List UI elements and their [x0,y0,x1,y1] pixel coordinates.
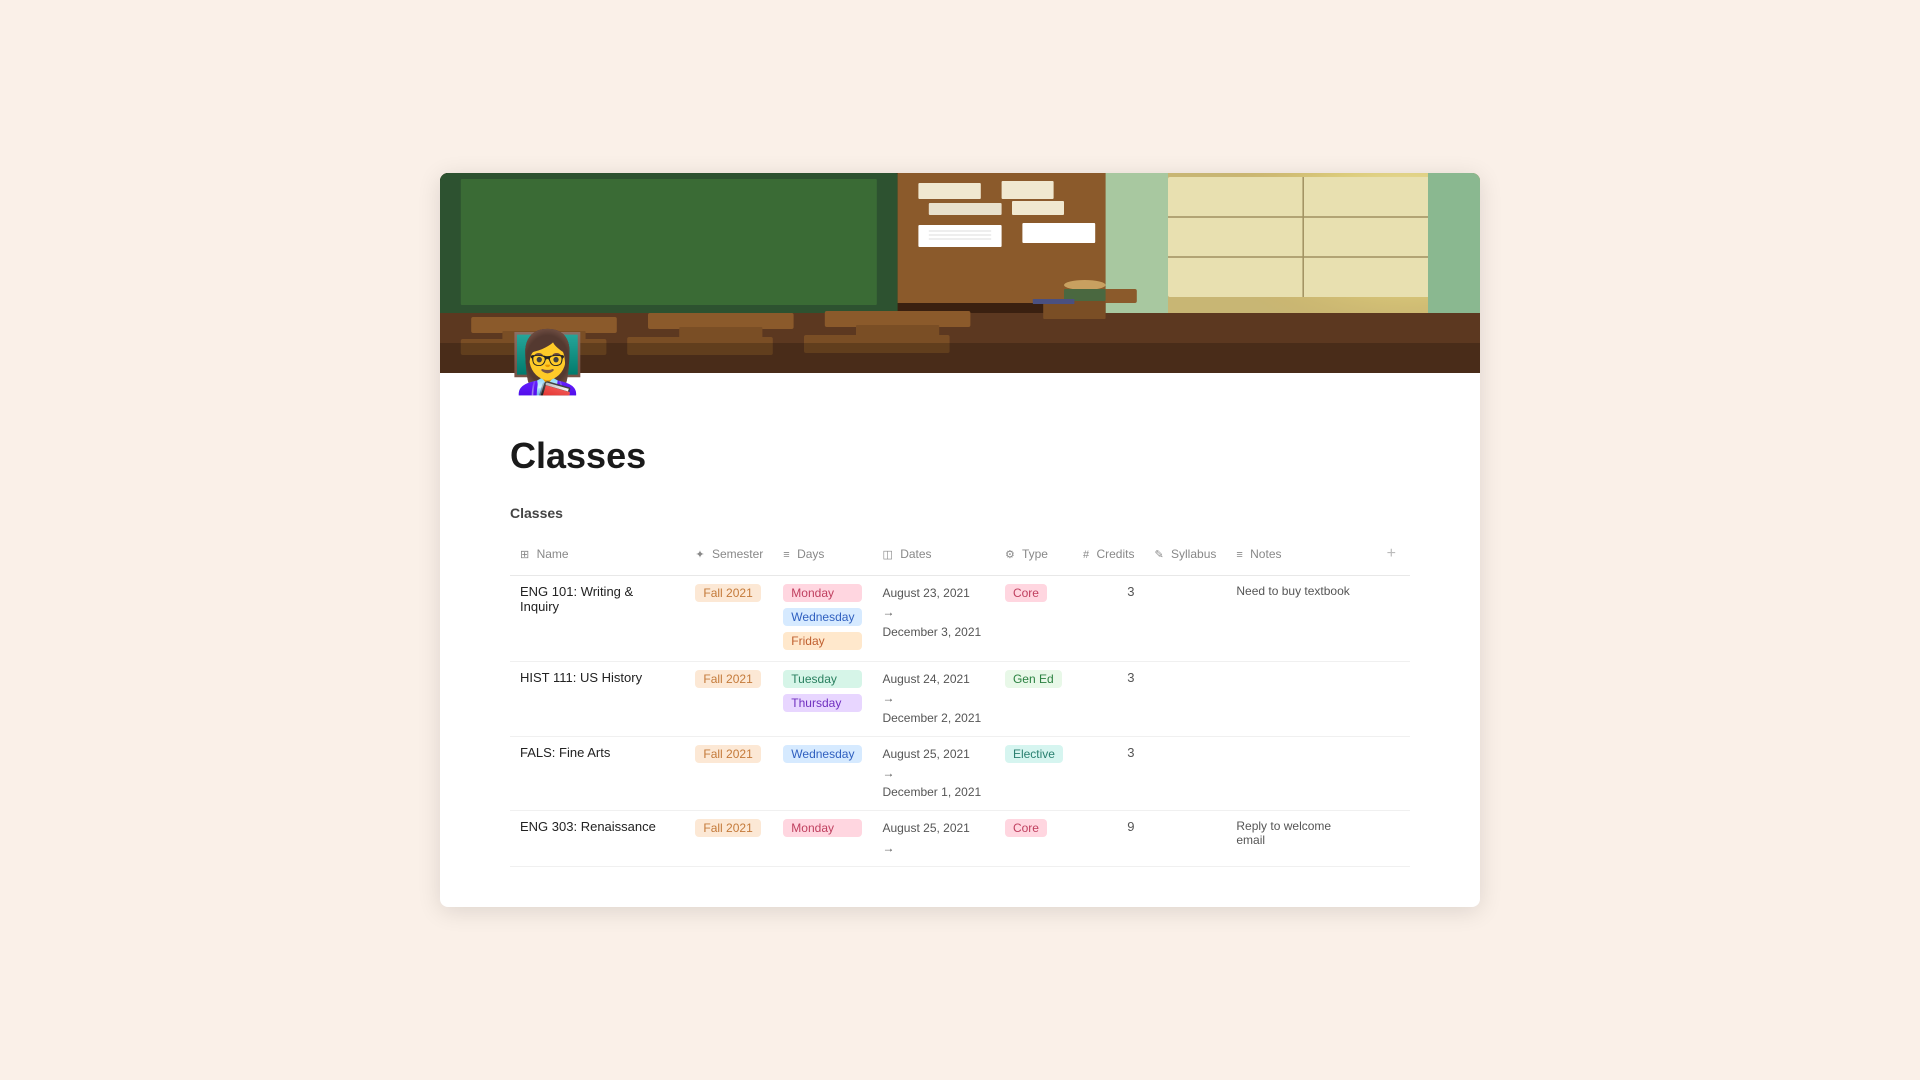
col-header-semester[interactable]: ✦ Semester [685,533,773,576]
type-tag: Elective [1005,745,1063,763]
col-header-notes[interactable]: ≡ Notes [1226,533,1372,576]
cell-dates: August 25, 2021 → [872,811,994,866]
cell-notes: Reply to welcome email [1226,811,1372,866]
dates-col-icon: ◫ [882,549,892,561]
day-tag: Wednesday [783,608,862,626]
cell-days: Tuesday Thursday [773,662,872,737]
classroom-background [440,173,1480,373]
cell-credits: 3 [1073,576,1144,662]
page-title: Classes [510,435,1410,477]
credits-col-icon: # [1083,549,1089,561]
cell-add [1373,811,1410,866]
cell-type: Core [995,576,1073,662]
cell-syllabus [1144,811,1226,866]
col-header-syllabus[interactable]: ✎ Syllabus [1144,533,1226,576]
table-row: ENG 303: RenaissanceFall 2021 Monday Augus… [510,811,1410,866]
col-header-days[interactable]: ≡ Days [773,533,872,576]
cell-type: Core [995,811,1073,866]
cell-semester: Fall 2021 [685,811,773,866]
col-header-add: + [1373,533,1410,576]
col-header-credits[interactable]: # Credits [1073,533,1144,576]
classes-table: ⊞ Name ✦ Semester ≡ Days ◫ [510,533,1410,867]
page-container: 👩‍🏫 Classes Classes ⊞ Name ✦ Semester [440,173,1480,907]
syllabus-col-icon: ✎ [1154,549,1163,561]
table-row: ENG 101: Writing & InquiryFall 2021Monda… [510,576,1410,662]
cell-dates: August 24, 2021 →December 2, 2021 [872,662,994,737]
name-col-icon: ⊞ [520,549,529,561]
type-tag: Core [1005,819,1047,837]
cell-add [1373,736,1410,811]
cover-image [440,173,1480,373]
cell-add [1373,576,1410,662]
cell-dates: August 23, 2021 →December 3, 2021 [872,576,994,662]
cell-credits: 3 [1073,662,1144,737]
col-header-type[interactable]: ⚙ Type [995,533,1073,576]
cell-days: Monday Wednesday Friday [773,576,872,662]
cell-type: Gen Ed [995,662,1073,737]
cell-semester: Fall 2021 [685,736,773,811]
semester-col-icon: ✦ [695,549,704,561]
cell-syllabus [1144,736,1226,811]
cell-name[interactable]: ENG 303: Renaissance [510,811,685,866]
cell-days: Wednesday [773,736,872,811]
cell-dates: August 25, 2021 →December 1, 2021 [872,736,994,811]
avatar-emoji: 👩‍🏫 [510,333,580,393]
day-tag: Monday [783,819,862,837]
classes-table-wrapper: ⊞ Name ✦ Semester ≡ Days ◫ [510,533,1410,867]
day-tag: Tuesday [783,670,862,688]
day-tag: Friday [783,632,862,650]
day-tag: Thursday [783,694,862,712]
cell-name[interactable]: HIST 111: US History [510,662,685,737]
table-row: FALS: Fine ArtsFall 2021 Wednesday August … [510,736,1410,811]
section-title: Classes [510,505,1410,521]
cell-notes: Need to buy textbook [1226,576,1372,662]
table-header-row: ⊞ Name ✦ Semester ≡ Days ◫ [510,533,1410,576]
cell-type: Elective [995,736,1073,811]
add-column-button[interactable]: + [1383,541,1400,567]
type-col-icon: ⚙ [1005,549,1015,561]
cell-syllabus [1144,576,1226,662]
cell-notes [1226,662,1372,737]
type-tag: Core [1005,584,1047,602]
notes-col-icon: ≡ [1236,549,1242,561]
content-area: Classes Classes ⊞ Name ✦ Semester [440,403,1480,907]
cell-name[interactable]: ENG 101: Writing & Inquiry [510,576,685,662]
col-header-name[interactable]: ⊞ Name [510,533,685,576]
type-tag: Gen Ed [1005,670,1062,688]
day-tag: Monday [783,584,862,602]
cell-semester: Fall 2021 [685,576,773,662]
cell-credits: 9 [1073,811,1144,866]
cell-syllabus [1144,662,1226,737]
cell-days: Monday [773,811,872,866]
day-tag: Wednesday [783,745,862,763]
avatar-container: 👩‍🏫 [510,333,580,403]
cell-name[interactable]: FALS: Fine Arts [510,736,685,811]
table-row: HIST 111: US HistoryFall 2021 Tuesday Thur… [510,662,1410,737]
cell-add [1373,662,1410,737]
cell-credits: 3 [1073,736,1144,811]
col-header-dates[interactable]: ◫ Dates [872,533,994,576]
days-col-icon: ≡ [783,549,789,561]
cell-semester: Fall 2021 [685,662,773,737]
cell-notes [1226,736,1372,811]
